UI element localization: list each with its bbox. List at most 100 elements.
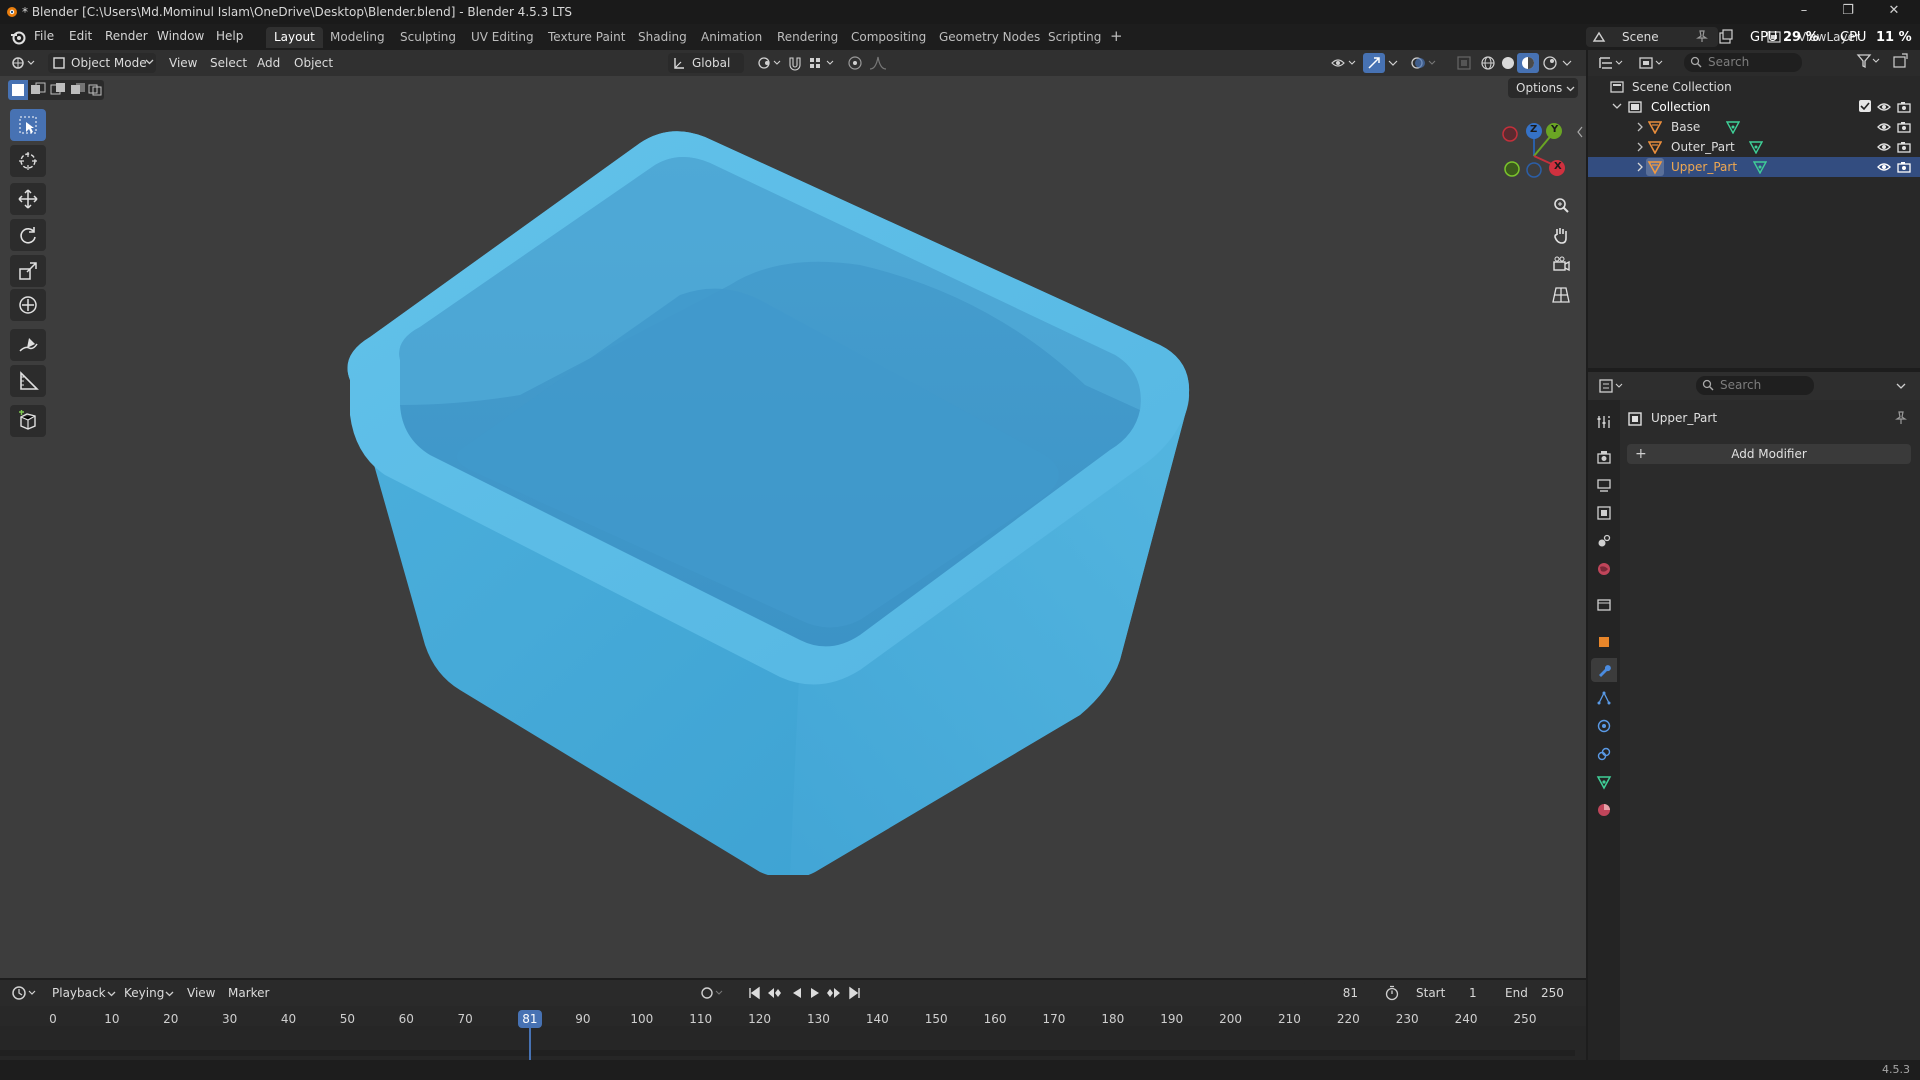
collection-exclude-checkbox[interactable] bbox=[1859, 100, 1871, 112]
current-frame-field[interactable]: 81 bbox=[1302, 983, 1372, 1003]
snap-target-icon[interactable] bbox=[808, 55, 838, 71]
select-intersect-button[interactable] bbox=[86, 80, 104, 100]
editor-type-icon[interactable] bbox=[10, 54, 36, 72]
mesh-object-upper-part[interactable] bbox=[340, 115, 1210, 875]
pan-button[interactable] bbox=[1548, 222, 1574, 248]
outliner-row-object-selected[interactable]: Upper_Part bbox=[1588, 157, 1920, 177]
filter-icon[interactable] bbox=[1856, 53, 1882, 69]
outliner-row-object[interactable]: Outer_Part bbox=[1588, 137, 1920, 157]
tab-physics[interactable] bbox=[1591, 714, 1617, 738]
tab-texture-paint[interactable]: Texture Paint bbox=[540, 27, 633, 48]
tab-view-layer[interactable] bbox=[1591, 501, 1617, 525]
tab-animation[interactable]: Animation bbox=[693, 27, 770, 48]
pin-scene-icon[interactable] bbox=[1696, 30, 1708, 42]
properties-editor-type-icon[interactable] bbox=[1598, 378, 1626, 394]
proportional-edit-icon[interactable] bbox=[847, 55, 863, 71]
tab-tool[interactable] bbox=[1591, 410, 1617, 434]
eye-icon[interactable] bbox=[1877, 160, 1891, 174]
menu-edit[interactable]: Edit bbox=[69, 29, 92, 43]
tab-world[interactable] bbox=[1591, 557, 1617, 581]
snap-icon[interactable] bbox=[787, 55, 803, 71]
transform-tool[interactable] bbox=[10, 289, 46, 321]
camera-view-button[interactable] bbox=[1548, 252, 1574, 278]
select-box-tool[interactable] bbox=[10, 109, 46, 141]
tab-particles[interactable] bbox=[1591, 686, 1617, 710]
menu-render[interactable]: Render bbox=[105, 29, 148, 43]
eye-icon[interactable] bbox=[1877, 140, 1891, 154]
mesh-data-icon[interactable] bbox=[1726, 120, 1740, 134]
outliner-editor-type-icon[interactable] bbox=[1598, 55, 1626, 71]
timeline-menu-keying[interactable]: Keying bbox=[124, 986, 164, 1000]
eye-icon[interactable] bbox=[1877, 120, 1891, 134]
viewport-menu-view[interactable]: View bbox=[169, 56, 197, 70]
playhead-frame-badge[interactable]: 81 bbox=[517, 1010, 542, 1028]
chevron-down-icon[interactable] bbox=[1388, 55, 1398, 71]
tab-collection[interactable] bbox=[1591, 593, 1617, 617]
rotate-tool[interactable] bbox=[10, 219, 46, 251]
tab-scripting[interactable]: Scripting bbox=[1040, 27, 1109, 48]
tab-rendering[interactable]: Rendering bbox=[769, 27, 846, 48]
viewport-menu-select[interactable]: Select bbox=[210, 56, 247, 70]
close-window-button[interactable]: ✕ bbox=[1884, 3, 1904, 21]
overlays-icon[interactable] bbox=[1410, 55, 1440, 71]
annotate-tool[interactable] bbox=[10, 329, 46, 361]
sidebar-toggle-icon[interactable] bbox=[1576, 126, 1584, 138]
chevron-down-icon[interactable] bbox=[1562, 55, 1572, 71]
tab-object[interactable] bbox=[1591, 630, 1617, 654]
display-mode-icon[interactable] bbox=[1638, 55, 1666, 71]
cursor-tool[interactable] bbox=[10, 145, 46, 177]
mesh-data-icon[interactable] bbox=[1753, 160, 1767, 174]
tab-scene[interactable] bbox=[1591, 529, 1617, 553]
jump-end-icon[interactable] bbox=[848, 986, 862, 1000]
camera-render-icon[interactable] bbox=[1897, 120, 1911, 134]
prev-keyframe-icon[interactable] bbox=[766, 986, 784, 1000]
select-invert-button[interactable] bbox=[68, 80, 88, 100]
camera-render-icon[interactable] bbox=[1897, 100, 1911, 114]
rendered-shading-icon[interactable] bbox=[1542, 55, 1558, 71]
mesh-data-icon[interactable] bbox=[1749, 140, 1763, 154]
wireframe-shading-icon[interactable] bbox=[1480, 55, 1496, 71]
play-icon[interactable] bbox=[808, 986, 822, 1000]
tab-render[interactable] bbox=[1591, 445, 1617, 469]
outliner-row-object[interactable]: Base bbox=[1588, 117, 1920, 137]
menu-help[interactable]: Help bbox=[216, 29, 243, 43]
outliner-row-scene-collection[interactable]: Scene Collection bbox=[1588, 77, 1920, 97]
chevron-right-icon[interactable] bbox=[1636, 162, 1644, 172]
blender-menu-icon[interactable] bbox=[10, 29, 26, 45]
move-tool[interactable] bbox=[10, 183, 46, 215]
tab-shading[interactable]: Shading bbox=[630, 27, 695, 48]
viewport-menu-add[interactable]: Add bbox=[257, 56, 280, 70]
menu-file[interactable]: File bbox=[34, 29, 54, 43]
chevron-right-icon[interactable] bbox=[1636, 122, 1644, 132]
timeline-menu-playback[interactable]: Playback bbox=[52, 986, 106, 1000]
timeline-editor-type-icon[interactable] bbox=[10, 984, 40, 1002]
tab-output[interactable] bbox=[1591, 473, 1617, 497]
viewport-menu-object[interactable]: Object bbox=[294, 56, 333, 70]
new-scene-icon[interactable] bbox=[1718, 29, 1734, 45]
pin-icon[interactable] bbox=[1894, 411, 1908, 425]
chevron-right-icon[interactable] bbox=[1636, 142, 1644, 152]
tab-compositing[interactable]: Compositing bbox=[843, 27, 934, 48]
add-workspace-button[interactable]: + bbox=[1104, 27, 1129, 48]
solid-shading-icon[interactable] bbox=[1500, 55, 1516, 71]
camera-render-icon[interactable] bbox=[1897, 160, 1911, 174]
maximize-button[interactable]: ❐ bbox=[1838, 3, 1858, 21]
tab-uv-editing[interactable]: UV Editing bbox=[463, 27, 542, 48]
timeline-menu-marker[interactable]: Marker bbox=[228, 986, 269, 1000]
chevron-down-icon[interactable] bbox=[1612, 101, 1622, 111]
outliner-row-collection[interactable]: Collection bbox=[1588, 97, 1920, 117]
tab-material[interactable] bbox=[1591, 798, 1617, 822]
add-cube-tool[interactable] bbox=[10, 405, 46, 437]
play-reverse-icon[interactable] bbox=[790, 986, 804, 1000]
jump-start-icon[interactable] bbox=[747, 986, 761, 1000]
select-new-button[interactable] bbox=[8, 80, 28, 100]
next-keyframe-icon[interactable] bbox=[824, 986, 842, 1000]
scale-tool[interactable] bbox=[10, 255, 46, 287]
timeline-scrollbar[interactable] bbox=[0, 1050, 1575, 1056]
add-modifier-button[interactable]: + Add Modifier bbox=[1627, 444, 1911, 464]
tab-object-data[interactable] bbox=[1591, 770, 1617, 794]
visibility-selectability-icon[interactable] bbox=[1330, 55, 1360, 71]
xray-icon[interactable] bbox=[1456, 55, 1472, 71]
minimize-button[interactable]: – bbox=[1794, 3, 1814, 21]
perspective-toggle-button[interactable] bbox=[1548, 282, 1574, 308]
